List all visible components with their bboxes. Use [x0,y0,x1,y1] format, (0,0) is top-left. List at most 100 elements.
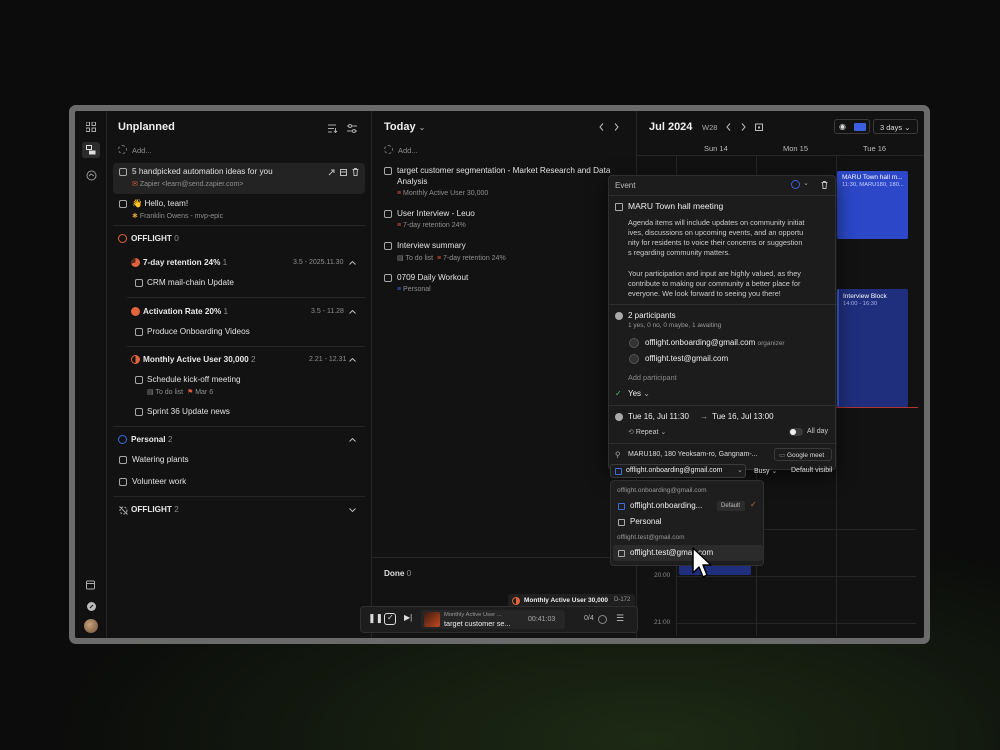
prev-week-icon[interactable] [723,122,733,132]
task-title: Sprint 36 Update news [147,407,230,416]
unplanned-add-input[interactable]: Add... [132,146,152,155]
group-title-personal[interactable]: Personal 2 [131,435,172,444]
chevron-up-icon[interactable] [347,307,357,317]
skip-icon[interactable]: ▶| [404,613,412,622]
task-checkbox[interactable] [119,200,127,208]
event-start[interactable]: Tue 16, Jul 11:30 [628,412,689,421]
task-checkbox[interactable] [135,279,143,287]
participant-email[interactable]: offlight.test@gmail.com [645,354,728,363]
repeat-select[interactable]: ⟲ Repeat ⌄ [628,428,666,436]
prev-day-icon[interactable] [596,122,606,132]
today-title[interactable]: Today ⌄ [384,121,425,133]
task-checkbox[interactable] [119,478,127,486]
task-checkbox[interactable] [384,274,392,282]
list-icon[interactable]: ☰ [616,613,624,624]
busy-select[interactable]: Busy ⌄ [754,467,777,475]
calendar-add-icon[interactable] [84,578,98,592]
avatar[interactable] [84,619,98,633]
chevron-up-icon[interactable] [347,258,357,268]
calendar-month: Jul 2024 [649,121,693,133]
visibility-select[interactable]: Default visibil [791,467,832,474]
divider [127,297,365,298]
dropdown-item[interactable]: offlight.onboarding... [630,501,702,510]
planner-view-icon[interactable] [82,142,100,158]
add-participant-input[interactable]: Add participant [628,373,677,382]
event-title: MARU Town hall m... [842,174,903,181]
group-title-offlight[interactable]: OFFLIGHT 0 [131,234,179,243]
event-title-field[interactable]: MARU Town hall meeting [628,201,723,211]
next-week-icon[interactable] [738,122,748,132]
today-calendar-icon[interactable] [754,122,764,132]
goals-icon[interactable] [84,168,98,182]
location-field[interactable]: MARU180, 180 Yeoksam-ro, Gangnam-... [628,451,758,458]
apps-grid-icon[interactable] [84,120,98,134]
calendar-select[interactable]: offlight.onboarding@gmail.com ⌄ [610,464,746,478]
task-checkbox[interactable] [135,408,143,416]
participant-email[interactable]: offlight.onboarding@gmail.com organizer [645,338,785,347]
task-checkbox[interactable] [135,376,143,384]
goal-icon: ≡ [397,190,402,197]
goal-icon: ≡ [436,255,442,262]
participants-title: 2 participants [628,311,676,320]
event-description-line: everyone. We look forward to seeing you … [628,289,781,298]
calendar-select-value: offlight.onboarding@gmail.com [626,467,723,474]
event-time: 14:00 - 16:30 [843,301,878,307]
task-checkbox[interactable] [119,168,127,176]
goal-icon: ≡ [397,286,402,293]
visibility-toggle[interactable]: ◉ [834,119,870,134]
unplanned-title: Unplanned [118,121,175,133]
popup-header: Event [615,181,636,190]
event-description-line: contribute to making our community a bet… [628,279,801,288]
rsvp-select[interactable]: Yes ⌄ [628,389,650,398]
view-select[interactable]: 3 days ⌄ [873,119,918,134]
task-title: Watering plants [132,455,189,464]
progress-count: 0/4 [584,615,594,622]
task-checkbox[interactable] [384,167,392,175]
complete-check-icon[interactable]: ✓ [384,613,396,625]
next-day-icon[interactable] [611,122,621,132]
open-external-icon[interactable] [326,167,336,177]
goal-title-retention[interactable]: 7-day retention 24% 1 [143,258,227,267]
goal-progress-icon [131,258,140,267]
archive-icon[interactable] [338,167,348,177]
task-checkbox[interactable] [384,210,392,218]
divider [113,426,365,427]
track-title: target customer se... [444,619,511,628]
google-meet-button[interactable]: ▭ Google meet [774,448,832,461]
calendar-event-interview-block[interactable]: Interview Block 14:00 - 16:30 [837,289,908,407]
event-description-line: Your participation and input are highly … [628,269,801,278]
trash-icon[interactable] [819,180,829,190]
divider [609,405,837,406]
goal-progress-icon [131,307,140,316]
goal-title-mau[interactable]: Monthly Active User 30,000 2 [143,355,256,364]
rocket-icon[interactable] [84,599,98,613]
all-day-toggle[interactable] [789,428,803,436]
divider [127,346,365,347]
goal-progress-icon [131,355,140,364]
add-task-icon [118,145,127,154]
chevron-up-icon[interactable] [347,355,357,365]
dropdown-item[interactable]: Personal [630,517,662,526]
task-title: 👋 Hello, team! [132,199,189,208]
event-description-line: nity for residents to voice their concer… [628,238,803,247]
chevron-down-icon[interactable] [347,505,357,515]
done-section[interactable]: Done 0 [384,569,411,578]
group-title-offlight-2[interactable]: OFFLIGHT 2 [131,505,179,514]
calendar-event-townhall[interactable]: MARU Town hall m... 11:30, MARU180, 180.… [837,171,908,239]
task-checkbox[interactable] [119,456,127,464]
unplanned-column: Unplanned Add... 5 handpicked automation… [107,111,372,638]
chevron-up-icon[interactable] [347,435,357,445]
pause-icon[interactable]: ❚❚ [368,613,383,624]
trash-icon[interactable] [350,167,360,177]
task-checkbox[interactable] [135,328,143,336]
goal-title-activation[interactable]: Activation Rate 20% 1 [143,307,228,316]
event-end[interactable]: Tue 16, Jul 13:00 [712,412,774,421]
task-checkbox[interactable] [384,242,392,250]
today-add-input[interactable]: Add... [398,146,418,155]
current-track[interactable]: Monthly Active User ... target customer … [421,610,565,629]
chevron-down-icon[interactable]: ⌄ [803,179,809,187]
hour-label: 21:00 [654,619,671,626]
filter-icon[interactable] [346,122,358,134]
sort-icon[interactable] [327,122,339,134]
event-color-icon[interactable] [791,180,800,189]
